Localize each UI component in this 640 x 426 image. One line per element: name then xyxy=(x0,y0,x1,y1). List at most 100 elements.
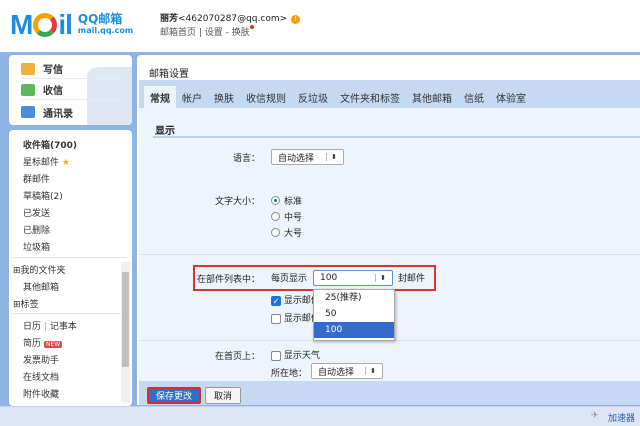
folder-sent[interactable]: 已发送 xyxy=(23,206,50,219)
contacts-label: 通讯录 xyxy=(43,108,73,120)
highlight-box xyxy=(193,265,436,291)
sidebar-scrollbar[interactable] xyxy=(121,262,130,402)
new-badge: NEW xyxy=(44,341,63,348)
per-page-dropdown[interactable]: 25(推荐) 50 100 xyxy=(313,289,395,341)
radio-icon xyxy=(271,212,280,221)
inbox-download-icon xyxy=(21,83,35,96)
option-100[interactable]: 100 xyxy=(314,322,394,338)
compose-icon xyxy=(21,62,35,75)
user-info: 丽芳<462070287@qq.com>! xyxy=(160,11,301,24)
location-select[interactable]: 自动选择 ⬍ xyxy=(311,363,383,379)
tab-account[interactable]: 帐户 xyxy=(176,86,208,108)
font-size-standard[interactable]: 标准 xyxy=(271,194,302,207)
tab-stationery[interactable]: 信纸 xyxy=(458,86,490,108)
tab-antispam[interactable]: 反垃圾 xyxy=(292,86,334,108)
font-size-medium[interactable]: 中号 xyxy=(271,210,302,223)
tab-rules[interactable]: 收信规则 xyxy=(240,86,292,108)
link-settings[interactable]: 设置 xyxy=(205,28,223,38)
folder-drafts[interactable]: 草稿箱(2) xyxy=(23,189,63,202)
language-value: 自动选择 xyxy=(278,153,315,164)
resume-label: 简历 xyxy=(23,339,42,349)
tab-folders-tags[interactable]: 文件夹和标签 xyxy=(334,86,406,108)
radio-icon xyxy=(271,228,280,237)
header: Mil QQ邮箱 mail.qq.com 丽芳<462070287@qq.com>… xyxy=(0,0,640,52)
action-bar: 保存更改 取消 xyxy=(139,381,640,405)
checkbox-label: 显示天气 xyxy=(283,351,320,361)
select-arrow-icon: ⬍ xyxy=(365,367,376,375)
app-notes[interactable]: 记事本 xyxy=(50,322,77,332)
tags-label: 标签 xyxy=(20,300,39,310)
option-50[interactable]: 50 xyxy=(314,306,394,322)
link-skin[interactable]: 换肤 xyxy=(232,28,250,38)
option-25[interactable]: 25(推荐) xyxy=(314,290,394,306)
expand-icon: ⊞ xyxy=(13,300,21,310)
folder-inbox[interactable]: 收件箱(700) xyxy=(23,138,77,151)
app-attachments[interactable]: 附件收藏 xyxy=(23,387,59,400)
scrollbar-thumb[interactable] xyxy=(122,272,129,367)
radio-label: 标准 xyxy=(284,197,303,207)
compose-button[interactable]: 写信 xyxy=(21,59,121,79)
my-folders-label: 我的文件夹 xyxy=(20,266,66,276)
folder-deleted[interactable]: 已删除 xyxy=(23,223,50,236)
checkbox-checked-icon: ✓ xyxy=(271,295,281,306)
settings-tabs: 常规 帐户 换肤 收信规则 反垃圾 文件夹和标签 其他邮箱 信纸 体验室 xyxy=(139,80,640,108)
save-button[interactable]: 保存更改 xyxy=(147,387,201,404)
folder-starred[interactable]: 星标邮件 ★ xyxy=(23,155,70,168)
app-invoice[interactable]: 发票助手 xyxy=(23,353,59,366)
language-label: 语言： xyxy=(232,154,260,164)
tab-lab[interactable]: 体验室 xyxy=(490,86,532,108)
folder-starred-label: 星标邮件 xyxy=(23,158,60,168)
contacts-icon xyxy=(21,106,35,118)
tab-other-mail[interactable]: 其他邮箱 xyxy=(406,86,458,108)
folder-spam[interactable]: 垃圾箱 xyxy=(23,240,50,253)
divider xyxy=(139,254,640,255)
font-size-label: 文字大小： xyxy=(214,197,260,207)
user-email: <462070287@qq.com> xyxy=(178,14,288,24)
folder-group[interactable]: 群邮件 xyxy=(23,172,50,185)
status-bar: ✈ 加速器 xyxy=(0,406,640,426)
contacts-button[interactable]: 通讯录 xyxy=(21,102,121,122)
logo-title: QQ邮箱 xyxy=(77,12,123,26)
language-select[interactable]: 自动选择 ⬍ xyxy=(271,149,344,165)
radio-selected-icon xyxy=(271,196,280,205)
radio-label: 中号 xyxy=(284,213,303,223)
settings-panel: 邮箱设置 常规 帐户 换肤 收信规则 反垃圾 文件夹和标签 其他邮箱 信纸 体验… xyxy=(137,55,640,405)
folder-my-folders[interactable]: ⊞我的文件夹 xyxy=(13,263,66,276)
checkbox-icon xyxy=(271,313,281,324)
checkbox-show-weather[interactable]: 显示天气 xyxy=(271,348,320,361)
accelerator-link[interactable]: 加速器 xyxy=(608,411,635,424)
notification-dot-icon xyxy=(249,25,254,29)
folder-tags[interactable]: ⊞标签 xyxy=(13,297,39,310)
receive-button[interactable]: 收信 xyxy=(21,80,121,100)
checkbox-icon xyxy=(271,350,281,361)
link-mail-home[interactable]: 邮箱首页 xyxy=(160,28,196,38)
compose-label: 写信 xyxy=(43,65,63,76)
homepage-label: 在首页上： xyxy=(214,352,260,362)
receive-label: 收信 xyxy=(43,86,63,97)
section-heading: 显示 xyxy=(155,126,175,137)
qq-mail-logo[interactable]: Mil QQ邮箱 mail.qq.com xyxy=(10,9,134,40)
radio-label: 大号 xyxy=(284,229,303,239)
divider xyxy=(13,257,128,258)
location-label: 所在地： xyxy=(271,369,308,379)
warning-icon[interactable]: ! xyxy=(291,15,301,24)
tab-general[interactable]: 常规 xyxy=(144,86,176,108)
folder-other-mail[interactable]: 其他邮箱 xyxy=(23,280,59,293)
app-resume[interactable]: 简历 NEW xyxy=(23,336,63,349)
select-arrow-icon: ⬍ xyxy=(326,153,337,161)
logo-domain: mail.qq.com xyxy=(77,26,134,35)
user-name: 丽芳 xyxy=(160,14,179,24)
star-icon: ★ xyxy=(61,158,70,168)
app-docs[interactable]: 在线文档 xyxy=(23,370,59,383)
rocket-icon: ✈ xyxy=(591,411,599,421)
location-value: 自动选择 xyxy=(318,367,355,378)
app-calendar[interactable]: 日历 xyxy=(23,322,41,332)
folder-list: 收件箱(700) 星标邮件 ★ 群邮件 草稿箱(2) 已发送 已删除 垃圾箱 ⊞… xyxy=(9,130,132,406)
divider xyxy=(153,136,640,138)
cancel-button[interactable]: 取消 xyxy=(205,387,241,404)
font-size-large[interactable]: 大号 xyxy=(271,226,302,239)
tab-skin[interactable]: 换肤 xyxy=(208,86,240,108)
divider xyxy=(13,313,128,314)
quick-actions: 写信 收信 通讯录 xyxy=(9,55,132,125)
page-title: 邮箱设置 xyxy=(149,69,189,80)
